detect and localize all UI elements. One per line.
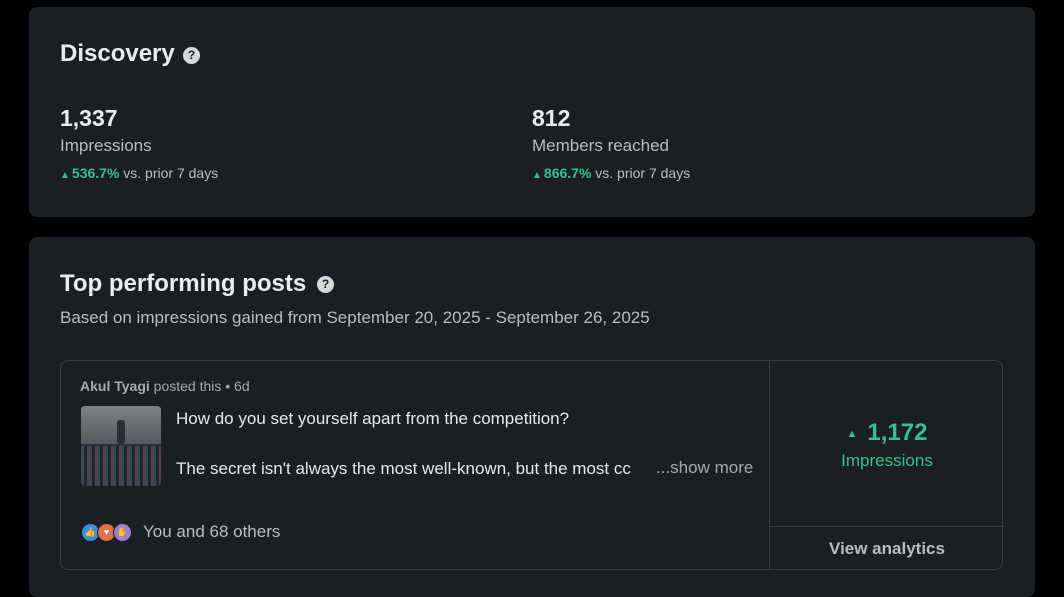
post-card[interactable]: Akul Tyagi posted this • 6d How do you s… (60, 360, 1004, 570)
post-impressions-metric: ▲ 1,172 Impressions (770, 419, 1004, 471)
trend-up-icon: ▲ (532, 170, 542, 181)
discovery-title: Discovery (60, 40, 175, 67)
members-reached-delta-value: 866.7% (543, 165, 592, 181)
question-circle-icon[interactable]: ? (317, 276, 334, 293)
post-author-line: Akul Tyagi posted this • 6d (80, 378, 250, 394)
post-author[interactable]: Akul Tyagi (80, 378, 150, 394)
view-analytics-button[interactable]: View analytics (770, 526, 1004, 571)
post-impressions-value: 1,172 (867, 419, 928, 446)
reactions-count-text: You and 68 others (143, 522, 281, 541)
impressions-delta-suffix: vs. prior 7 days (123, 165, 219, 181)
discovery-card: Discovery ? 1,337 Impressions ▲ 536.7% vs… (29, 7, 1035, 217)
post-meta: posted this • 6d (153, 378, 250, 394)
impressions-label: Impressions (60, 136, 152, 155)
top-posts-card: Top performing posts ? Based on impressi… (29, 237, 1035, 597)
members-reached-label: Members reached (532, 136, 670, 155)
show-more-link[interactable]: ...show more (650, 458, 754, 478)
post-text-line-2: The secret isn't always the most well-kn… (176, 459, 631, 478)
members-reached-value: 812 (532, 105, 571, 131)
impressions-value: 1,337 (60, 105, 118, 131)
thumbnail-figure (117, 420, 125, 444)
members-reached-delta-suffix: vs. prior 7 days (595, 165, 691, 181)
thumbnail-crowd-panel (81, 446, 161, 486)
post-impressions-label: Impressions (841, 451, 933, 470)
trend-up-icon: ▲ (60, 170, 70, 181)
question-circle-icon[interactable]: ? (183, 47, 200, 64)
post-impressions-value-row: ▲ 1,172 (770, 419, 1004, 447)
trend-up-icon: ▲ (846, 427, 858, 440)
post-text-line-1: How do you set yourself apart from the c… (176, 409, 570, 428)
impressions-stat: 1,337 Impressions ▲ 536.7% vs. prior 7 da… (60, 105, 218, 181)
impressions-delta: ▲ 536.7% vs. prior 7 days (60, 165, 218, 181)
post-reactions[interactable]: 👍 ♥ ✋ You and 68 others (81, 521, 280, 543)
top-posts-subtitle: Based on impressions gained from Septemb… (60, 308, 650, 327)
top-posts-title: Top performing posts (60, 270, 307, 297)
post-thumbnail[interactable] (81, 406, 161, 486)
impressions-delta-value: 536.7% (71, 165, 120, 181)
post-content[interactable]: Akul Tyagi posted this • 6d How do you s… (61, 361, 769, 569)
members-reached-stat: 812 Members reached ▲ 866.7% vs. prior 7 … (532, 105, 690, 181)
members-reached-delta: ▲ 866.7% vs. prior 7 days (532, 165, 690, 181)
support-icon: ✋ (113, 522, 132, 542)
post-metrics: ▲ 1,172 Impressions View analytics (769, 361, 1004, 569)
